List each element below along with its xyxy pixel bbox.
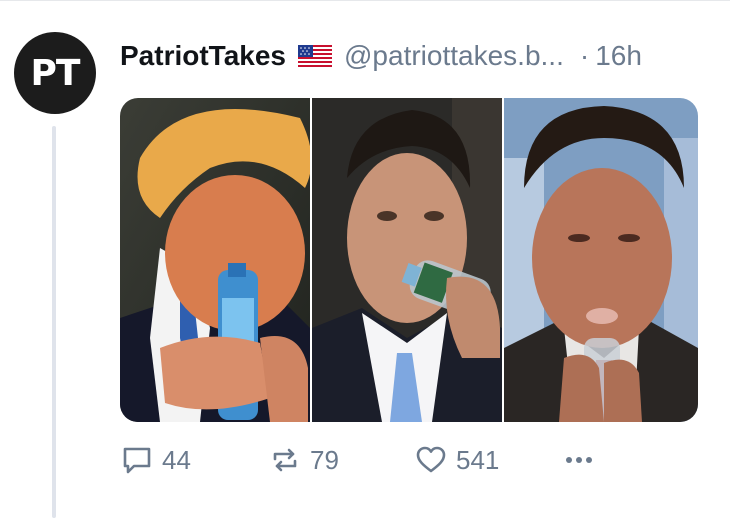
media-image[interactable] (120, 98, 698, 422)
post-actions: 44 79 541 (120, 440, 600, 480)
image-panel-1 (120, 98, 310, 422)
avatar[interactable]: PT (14, 32, 96, 114)
author-name[interactable]: PatriotTakes (120, 40, 286, 72)
post-header: PatriotTakes @patriottakes.b... · 16h (120, 36, 642, 76)
reply-button[interactable]: 44 (120, 440, 191, 480)
more-icon (566, 457, 592, 463)
avatar-initials: PT (30, 52, 81, 94)
author-handle[interactable]: @patriottakes.b... (344, 40, 564, 72)
heart-icon (416, 446, 446, 473)
top-divider (0, 0, 730, 1)
repost-count: 79 (310, 444, 339, 475)
reply-count: 44 (162, 444, 191, 475)
thread-line (52, 126, 56, 518)
repost-button[interactable]: 79 (268, 440, 339, 480)
image-panel-3 (504, 98, 698, 422)
photo-man-slicked-hair-drinking (504, 98, 698, 422)
separator-dot: · (579, 40, 590, 71)
reply-icon (123, 447, 151, 474)
photo-man-dark-suit-drinking (312, 98, 502, 422)
image-panel-2 (312, 98, 502, 422)
repost-icon (273, 448, 297, 472)
more-options-button[interactable] (562, 440, 596, 480)
photo-man-orange-hair-drinking (120, 98, 310, 422)
post-timestamp[interactable]: 16h (595, 40, 642, 72)
like-count: 541 (456, 444, 500, 475)
us-flag-icon (298, 45, 332, 67)
like-button[interactable]: 541 (414, 440, 499, 480)
